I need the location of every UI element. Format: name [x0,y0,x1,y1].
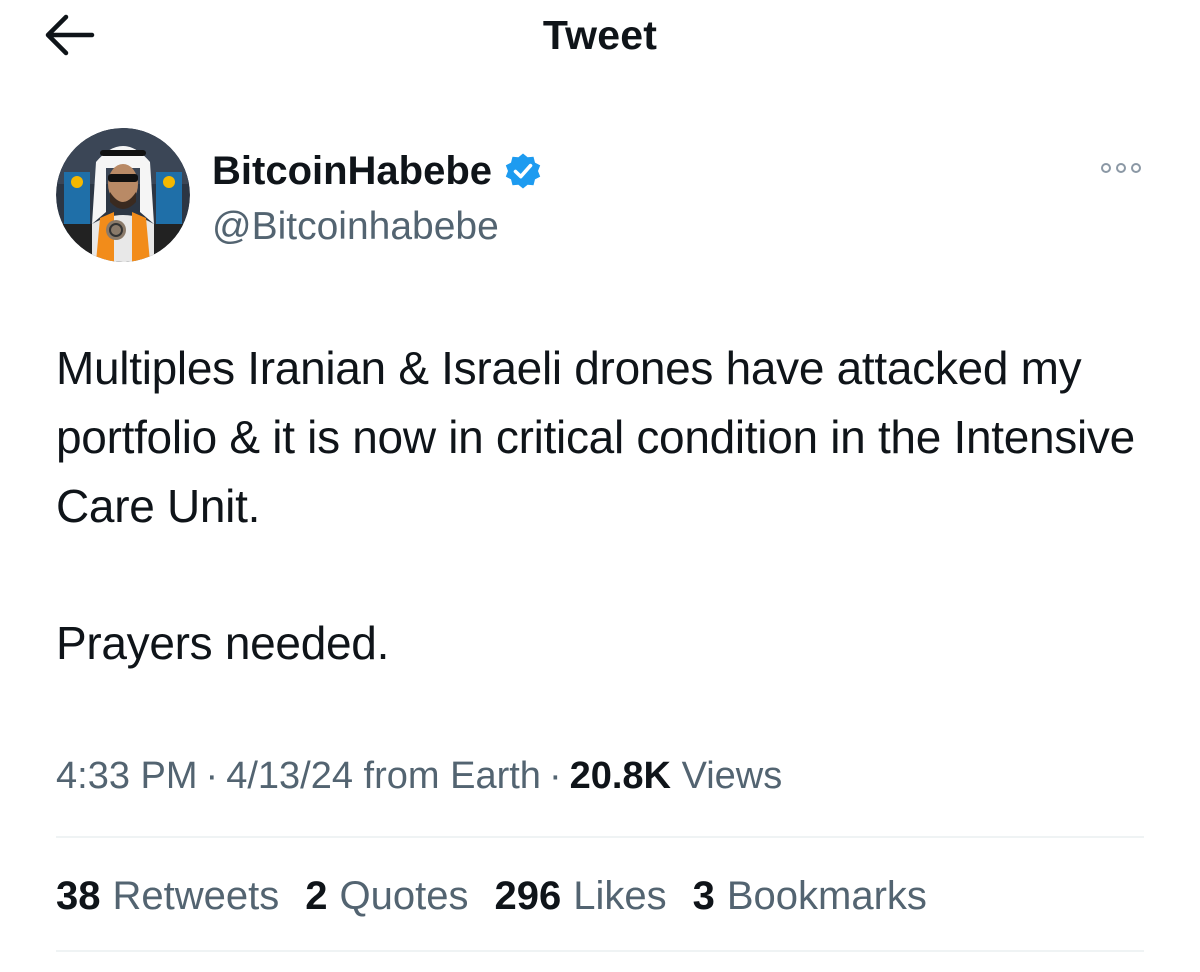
user-handle[interactable]: @Bitcoinhabebe [212,202,499,252]
views-label: Views [681,755,783,797]
quotes-count: 2 [305,874,328,918]
quotes-stat[interactable]: 2 Quotes [305,866,468,926]
page-title: Tweet [542,12,658,58]
avatar[interactable] [56,128,190,262]
quotes-label: Quotes [339,874,469,918]
tweet-source: from Earth [363,755,541,797]
display-name-line: BitcoinHabebe [212,146,542,196]
likes-stat[interactable]: 296 Likes [494,866,666,926]
tweet-paragraph: Multiples Iranian & Israeli drones have … [56,342,1135,532]
views-count: 20.8K [569,755,671,797]
meta-separator: · [548,755,562,797]
retweets-count: 38 [56,874,101,918]
retweets-stat[interactable]: 38 Retweets [56,866,279,926]
likes-count: 296 [494,874,562,918]
bookmarks-label: Bookmarks [726,874,927,918]
tweet-time[interactable]: 4:33 PM [56,755,198,797]
bookmarks-stat[interactable]: 3 Bookmarks [693,866,927,926]
retweets-label: Retweets [112,874,280,918]
likes-label: Likes [573,874,667,918]
verified-badge-icon [504,152,542,190]
display-name[interactable]: BitcoinHabebe [212,146,492,196]
tweet-author: BitcoinHabebe @Bitcoinhabebe [56,128,1156,268]
tweet-stats: 38 Retweets 2 Quotes 296 Likes 3 Bookmar… [56,866,953,926]
tweet-paragraph: Prayers needed. [56,617,390,669]
tweet-text: Multiples Iranian & Israeli drones have … [56,334,1166,678]
more-options-button[interactable] [1098,156,1144,180]
meta-separator: · [205,755,219,797]
bookmarks-count: 3 [692,874,715,918]
more-horizontal-icon [1098,156,1144,180]
tweet-meta: 4:33 PM · 4/13/24 from Earth · 20.8K Views [56,748,782,804]
top-bar: Tweet [0,0,1200,72]
divider [56,836,1144,838]
divider [56,950,1144,952]
tweet-date[interactable]: 4/13/24 [226,755,353,797]
